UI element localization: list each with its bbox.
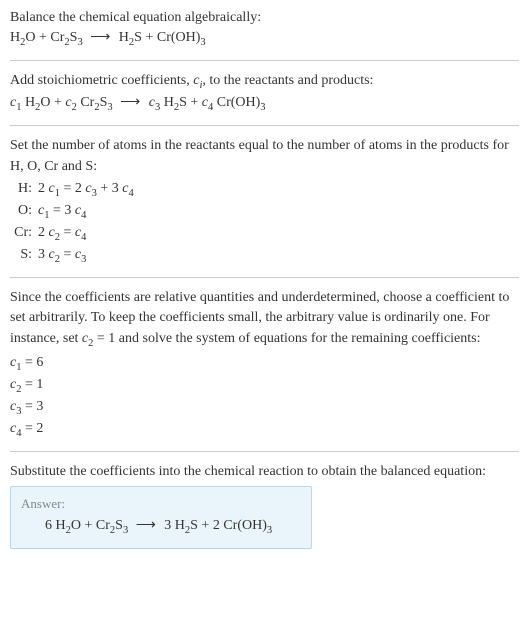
instruction-text: Balance the chemical equation algebraica… — [10, 8, 519, 28]
element-label: Cr: — [10, 223, 38, 245]
instruction-text: Since the coefficients are relative quan… — [10, 288, 519, 351]
instruction-text: Substitute the coefficients into the che… — [10, 462, 519, 482]
element-label: H: — [10, 179, 38, 201]
equation-cell: 3 c2 = c3 — [38, 245, 138, 267]
table-row: S: 3 c2 = c3 — [10, 245, 138, 267]
divider — [10, 277, 519, 278]
equation-cell: 2 c1 = 2 c3 + 3 c4 — [38, 179, 138, 201]
element-label: S: — [10, 245, 38, 267]
reaction-arrow-icon: ⟶ — [116, 95, 145, 110]
divider — [10, 125, 519, 126]
reaction-arrow-icon: ⟶ — [132, 518, 161, 533]
reactant-cr2s3: Cr2S3 — [50, 30, 82, 45]
answer-box: Answer: 6 H2O + Cr2S3 ⟶ 3 H2S + 2 Cr(OH)… — [10, 486, 312, 549]
divider — [10, 60, 519, 61]
section-add-coefficients: Add stoichiometric coefficients, ci, to … — [10, 71, 519, 115]
balanced-equation: 6 H2O + Cr2S3 ⟶ 3 H2S + 2 Cr(OH)3 — [21, 516, 301, 538]
atom-equation-table: H: 2 c1 = 2 c3 + 3 c4 O: c1 = 3 c4 Cr: 2… — [10, 179, 138, 267]
list-item: c2 = 1 — [10, 375, 519, 397]
list-item: c3 = 3 — [10, 397, 519, 419]
table-row: H: 2 c1 = 2 c3 + 3 c4 — [10, 179, 138, 201]
divider — [10, 451, 519, 452]
coefficient-solution-list: c1 = 6 c2 = 1 c3 = 3 c4 = 2 — [10, 353, 519, 441]
product-croh3: Cr(OH)3 — [157, 30, 206, 45]
section-final-answer: Substitute the coefficients into the che… — [10, 462, 519, 549]
reaction-arrow-icon: ⟶ — [86, 30, 115, 45]
section-atom-equations: Set the number of atoms in the reactants… — [10, 136, 519, 267]
equation-cell: 2 c2 = c4 — [38, 223, 138, 245]
table-row: O: c1 = 3 c4 — [10, 201, 138, 223]
section-solve-coefficients: Since the coefficients are relative quan… — [10, 288, 519, 441]
product-h2s: H2S — [119, 30, 142, 45]
equation-cell: c1 = 3 c4 — [38, 201, 138, 223]
element-label: O: — [10, 201, 38, 223]
instruction-text: Set the number of atoms in the reactants… — [10, 136, 519, 177]
table-row: Cr: 2 c2 = c4 — [10, 223, 138, 245]
list-item: c4 = 2 — [10, 419, 519, 441]
list-item: c1 = 6 — [10, 353, 519, 375]
section-balance-instruction: Balance the chemical equation algebraica… — [10, 8, 519, 50]
coefficient-equation: c1 H2O + c2 Cr2S3 ⟶ c3 H2S + c4 Cr(OH)3 — [10, 93, 519, 115]
answer-label: Answer: — [21, 495, 301, 514]
instruction-text: Add stoichiometric coefficients, ci, to … — [10, 71, 519, 93]
reactant-h2o: H2O — [10, 30, 36, 45]
unbalanced-equation: H2O + Cr2S3 ⟶ H2S + Cr(OH)3 — [10, 28, 519, 50]
